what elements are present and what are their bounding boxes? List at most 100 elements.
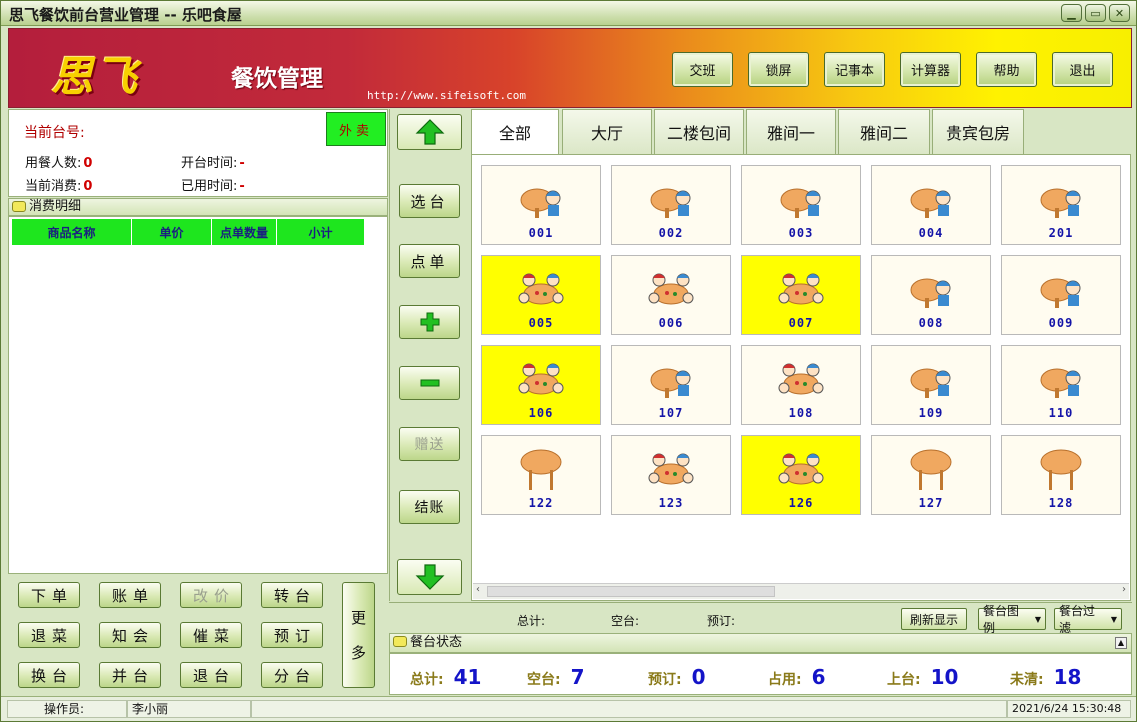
- scroll-up-button[interactable]: [397, 114, 462, 150]
- merge-table-button[interactable]: 并台: [99, 662, 161, 688]
- scroll-right-icon[interactable]: ›: [1122, 584, 1126, 595]
- table-card[interactable]: 123: [611, 435, 731, 515]
- table-card[interactable]: 107: [611, 345, 731, 425]
- table-legend-dropdown[interactable]: 餐台图例 ▼: [978, 604, 1046, 635]
- table-filter-label: 餐台过滤: [1059, 604, 1096, 635]
- table-card[interactable]: 002: [611, 165, 731, 245]
- tab-room-two[interactable]: 雅间二: [838, 109, 930, 155]
- exit-button[interactable]: 退出: [1052, 52, 1113, 87]
- tab-second-floor[interactable]: 二楼包间: [654, 109, 744, 155]
- decrease-button[interactable]: [399, 366, 460, 400]
- stat-reserved-value: 0: [691, 665, 706, 689]
- column-subtotal[interactable]: 小计: [277, 219, 365, 245]
- table-number: 106: [528, 406, 554, 420]
- stat-uncleared: 未清: 18: [1010, 665, 1081, 689]
- app-window: 思飞餐饮前台营业管理 -- 乐吧食屋 ▁ ▭ ✕ 思飞 餐饮管理 http://…: [0, 0, 1137, 722]
- collapse-icon[interactable]: ▲: [1115, 637, 1127, 649]
- notify-button[interactable]: 知会: [99, 622, 161, 648]
- transfer-table-button[interactable]: 转台: [261, 582, 323, 608]
- increase-button[interactable]: [399, 305, 460, 339]
- table-card[interactable]: 009: [1001, 255, 1121, 335]
- table-card[interactable]: 122: [481, 435, 601, 515]
- refresh-button[interactable]: 刷新显示: [901, 608, 967, 630]
- calculator-button[interactable]: 计算器: [900, 52, 961, 87]
- used-time-row: 已用时间: -: [181, 175, 245, 194]
- split-table-button[interactable]: 分台: [261, 662, 323, 688]
- status-spacer: [251, 700, 1007, 718]
- header-banner: 思飞 餐饮管理 http://www.sifeisoft.com 交班 锁屏 记…: [8, 28, 1132, 108]
- arrow-down-icon: [415, 564, 444, 590]
- table-card[interactable]: 001: [481, 165, 601, 245]
- change-price-button[interactable]: 改价: [180, 582, 242, 608]
- table-card[interactable]: 005: [481, 255, 601, 335]
- select-table-button[interactable]: 选台: [399, 184, 460, 218]
- table-state-header: 餐台状态 ▲: [389, 633, 1132, 653]
- table-number: 108: [788, 406, 814, 420]
- table-card[interactable]: 110: [1001, 345, 1121, 425]
- maximize-button[interactable]: ▭: [1085, 4, 1106, 22]
- scrollbar-thumb[interactable]: [487, 586, 775, 597]
- table-busy-icon: [518, 363, 564, 395]
- tab-room-one[interactable]: 雅间一: [746, 109, 836, 155]
- tab-hall[interactable]: 大厅: [562, 109, 652, 155]
- swap-table-button[interactable]: 换台: [18, 662, 80, 688]
- close-button[interactable]: ✕: [1109, 4, 1130, 22]
- checkout-button[interactable]: 结账: [399, 490, 460, 524]
- table-busy-icon: [648, 453, 694, 485]
- tab-vip-room[interactable]: 贵宾包房: [932, 109, 1024, 155]
- detail-header-label: 消费明细: [29, 199, 82, 214]
- diners-row: 用餐人数: 0: [25, 152, 92, 171]
- table-card[interactable]: 007: [741, 255, 861, 335]
- horizontal-scrollbar[interactable]: ‹ ›: [473, 583, 1129, 599]
- table-card[interactable]: 126: [741, 435, 861, 515]
- takeout-button[interactable]: 外卖: [326, 112, 386, 146]
- operator-name: 李小丽: [127, 700, 251, 718]
- table-free-icon: [650, 188, 691, 218]
- minimize-button[interactable]: ▁: [1061, 4, 1082, 22]
- notepad-button[interactable]: 记事本: [824, 52, 885, 87]
- status-bar: 操作员: 李小丽 2021/6/24 15:30:48: [1, 696, 1136, 721]
- brand-logo: 思飞: [51, 52, 140, 101]
- stat-total-value: 41: [453, 665, 482, 689]
- stat-reserved-label: 预订:: [648, 672, 682, 688]
- more-button[interactable]: 更 多: [342, 582, 375, 688]
- table-number: 126: [788, 496, 814, 510]
- table-number: 107: [658, 406, 684, 420]
- shift-change-button[interactable]: 交班: [672, 52, 733, 87]
- rush-dish-button[interactable]: 催菜: [180, 622, 242, 648]
- reserve-button[interactable]: 预订: [261, 622, 323, 648]
- order-button[interactable]: 点单: [399, 244, 460, 278]
- place-order-button[interactable]: 下单: [18, 582, 80, 608]
- column-unit-price[interactable]: 单价: [132, 219, 212, 245]
- speech-bubble-icon: [393, 636, 407, 647]
- table-card[interactable]: 127: [871, 435, 991, 515]
- order-detail-table[interactable]: 商品名称 单价 点单数量 小计: [8, 216, 388, 574]
- table-card[interactable]: 109: [871, 345, 991, 425]
- table-card[interactable]: 004: [871, 165, 991, 245]
- table-card[interactable]: 106: [481, 345, 601, 425]
- table-card[interactable]: 201: [1001, 165, 1121, 245]
- column-quantity[interactable]: 点单数量: [212, 219, 277, 245]
- table-card[interactable]: 108: [741, 345, 861, 425]
- table-number: 007: [788, 316, 814, 330]
- bill-button[interactable]: 账单: [99, 582, 161, 608]
- scroll-left-icon[interactable]: ‹: [476, 584, 480, 595]
- table-card[interactable]: 128: [1001, 435, 1121, 515]
- table-card[interactable]: 008: [871, 255, 991, 335]
- scroll-down-button[interactable]: [397, 559, 462, 595]
- help-button[interactable]: 帮助: [976, 52, 1037, 87]
- summary-reserved-label: 预订:: [707, 614, 736, 628]
- table-busy-icon: [778, 363, 824, 395]
- return-dish-button[interactable]: 退菜: [18, 622, 80, 648]
- tab-all[interactable]: 全部: [471, 109, 559, 155]
- table-filter-dropdown[interactable]: 餐台过滤 ▼: [1054, 604, 1122, 635]
- table-empty-icon: [520, 449, 562, 490]
- gift-button[interactable]: 赠送: [399, 427, 460, 461]
- table-card[interactable]: 006: [611, 255, 731, 335]
- lock-screen-button[interactable]: 锁屏: [748, 52, 809, 87]
- cancel-table-button[interactable]: 退台: [180, 662, 242, 688]
- stat-served-value: 10: [930, 665, 959, 689]
- table-busy-icon: [648, 273, 694, 305]
- table-card[interactable]: 003: [741, 165, 861, 245]
- column-item-name[interactable]: 商品名称: [12, 219, 132, 245]
